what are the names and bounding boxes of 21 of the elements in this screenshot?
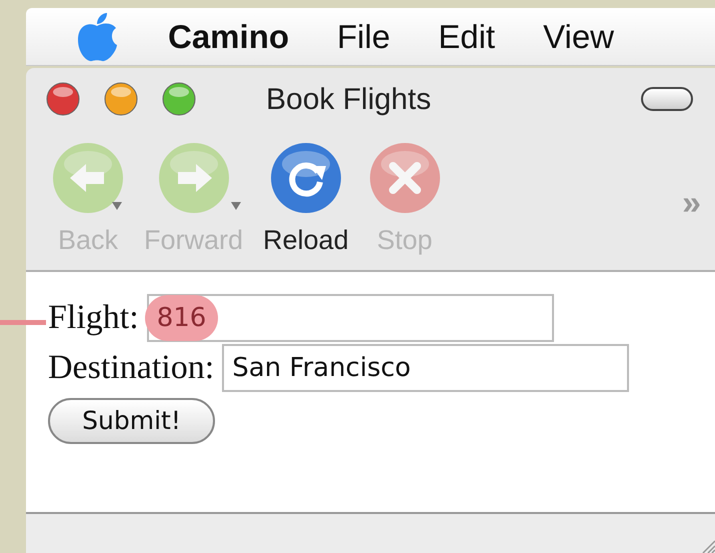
menu-item[interactable]: File: [337, 12, 390, 62]
menu-item[interactable]: View: [543, 12, 614, 62]
text-field[interactable]: 816: [146, 294, 554, 342]
dropdown-caret-icon: [231, 202, 242, 210]
submit-button[interactable]: Submit!: [48, 398, 215, 444]
window-control-icon[interactable]: [46, 82, 80, 116]
window-control-icon[interactable]: [104, 82, 138, 116]
field-value: San Francisco: [232, 352, 411, 384]
field-label: Flight:: [48, 298, 139, 338]
highlighted-value: 816: [144, 295, 218, 341]
dropdown-caret-icon: [112, 202, 122, 210]
field-label: Destination:: [48, 348, 214, 388]
window-control-icon[interactable]: [162, 82, 196, 116]
reload-icon: [270, 142, 342, 214]
menu-item[interactable]: Edit: [438, 12, 496, 62]
stop-icon: [368, 142, 441, 214]
text-field[interactable]: San Francisco: [222, 344, 630, 392]
toolbar-toggle-button[interactable]: [641, 87, 693, 111]
menu-item[interactable]: Camino: [168, 12, 290, 62]
window-title: Book Flights: [266, 82, 432, 118]
toolbar-button[interactable]: Reload: [257, 142, 355, 260]
